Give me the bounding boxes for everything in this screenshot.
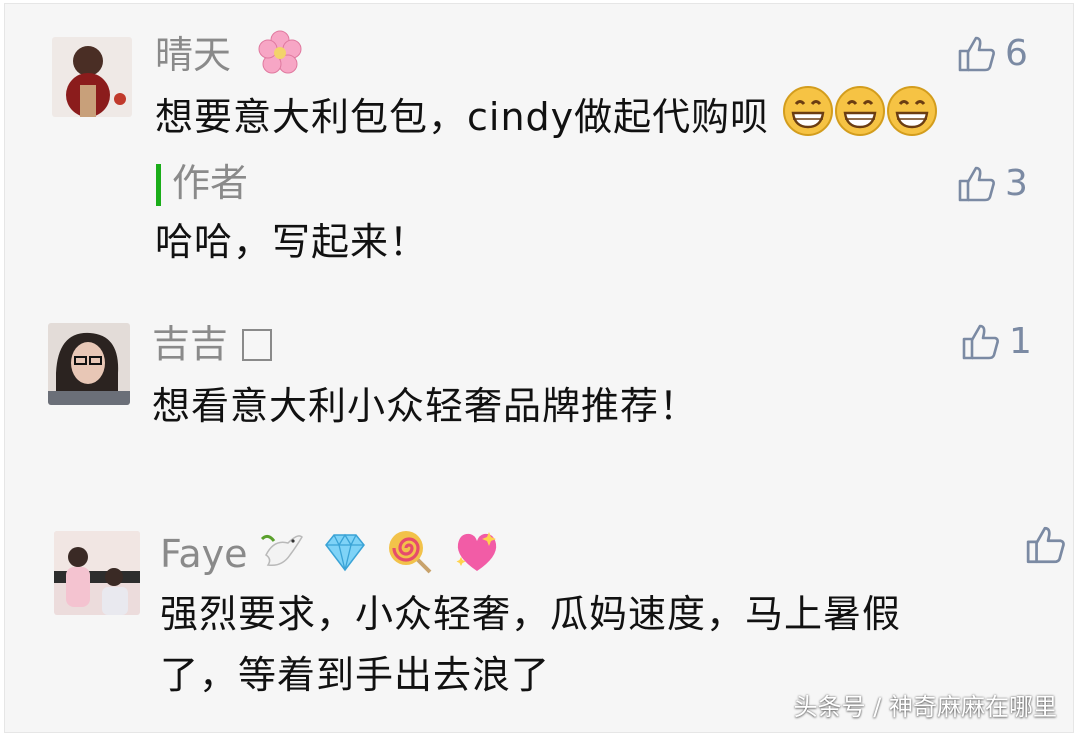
dove-emoji <box>260 529 304 584</box>
grin-emoji <box>834 85 886 154</box>
like-count: 6 <box>1005 33 1028 74</box>
thumbs-up-icon <box>958 36 995 72</box>
thumbs-up-icon <box>1026 526 1065 564</box>
author-reply-text: 哈哈，写起来！ <box>155 212 428 272</box>
author-reply-marker <box>156 164 161 206</box>
thumbs-up-icon <box>962 324 999 360</box>
reply-like-button[interactable]: 3 <box>957 162 1028 206</box>
like-count: 3 <box>1005 163 1028 204</box>
comment-text: 了，等着到手出去浪了 <box>160 645 550 705</box>
grin-emoji <box>782 85 834 154</box>
watermark-text: 头条号 / 神奇麻麻在哪里 <box>793 693 1057 721</box>
lollipop-emoji <box>386 528 434 585</box>
comment-text: 想要意大利包包，cindy做起代购呗 <box>155 85 938 154</box>
commenter-name: 晴天 <box>155 30 303 85</box>
comment-text-line-1: 强烈要求，小众轻奢，瓜妈速度，马上暑假 <box>160 592 902 636</box>
comment-text-line-2: 了，等着到手出去浪了 <box>160 653 551 697</box>
comment-text-content: 想看意大利小众轻奢品牌推荐！ <box>152 384 699 428</box>
like-button[interactable]: 1 <box>961 320 1032 364</box>
watermark: 头条号 / 神奇麻麻在哪里 <box>794 692 1057 722</box>
grin-emoji <box>886 85 938 154</box>
sparkling-heart-emoji <box>452 529 502 584</box>
avatar-faye[interactable] <box>54 531 140 615</box>
avatar-qingtian[interactable] <box>52 37 132 117</box>
like-button[interactable] <box>1025 524 1075 566</box>
author-label: 作者 <box>172 161 248 205</box>
comment-text: 想看意大利小众轻奢品牌推荐！ <box>152 376 698 436</box>
commenter-name: 吉吉 <box>152 322 273 366</box>
comment-text: 强烈要求，小众轻奢，瓜妈速度，马上暑假 <box>160 584 901 644</box>
cherry-blossom-emoji <box>257 30 303 85</box>
gem-emoji <box>322 530 368 583</box>
commenter-name-text: 晴天 <box>155 33 232 77</box>
commenter-name-text: Faye <box>160 532 248 576</box>
like-button[interactable]: 6 <box>957 32 1028 76</box>
commenter-name: Faye <box>160 528 502 585</box>
missing-glyph-icon <box>242 329 273 361</box>
author-label-text: 作者 <box>172 161 249 205</box>
comment-card: 晴天 6 想要意大利包包，cindy做起代购呗 作者 3 哈哈，写起来！ 吉吉 … <box>4 3 1074 733</box>
author-reply-text-content: 哈哈，写起来！ <box>155 220 429 264</box>
commenter-name-text: 吉吉 <box>152 322 229 366</box>
avatar-jiji[interactable] <box>48 323 130 405</box>
thumbs-up-icon <box>958 166 995 202</box>
like-count: 1 <box>1009 321 1032 362</box>
comment-text-content: 想要意大利包包，cindy做起代购呗 <box>155 95 770 139</box>
